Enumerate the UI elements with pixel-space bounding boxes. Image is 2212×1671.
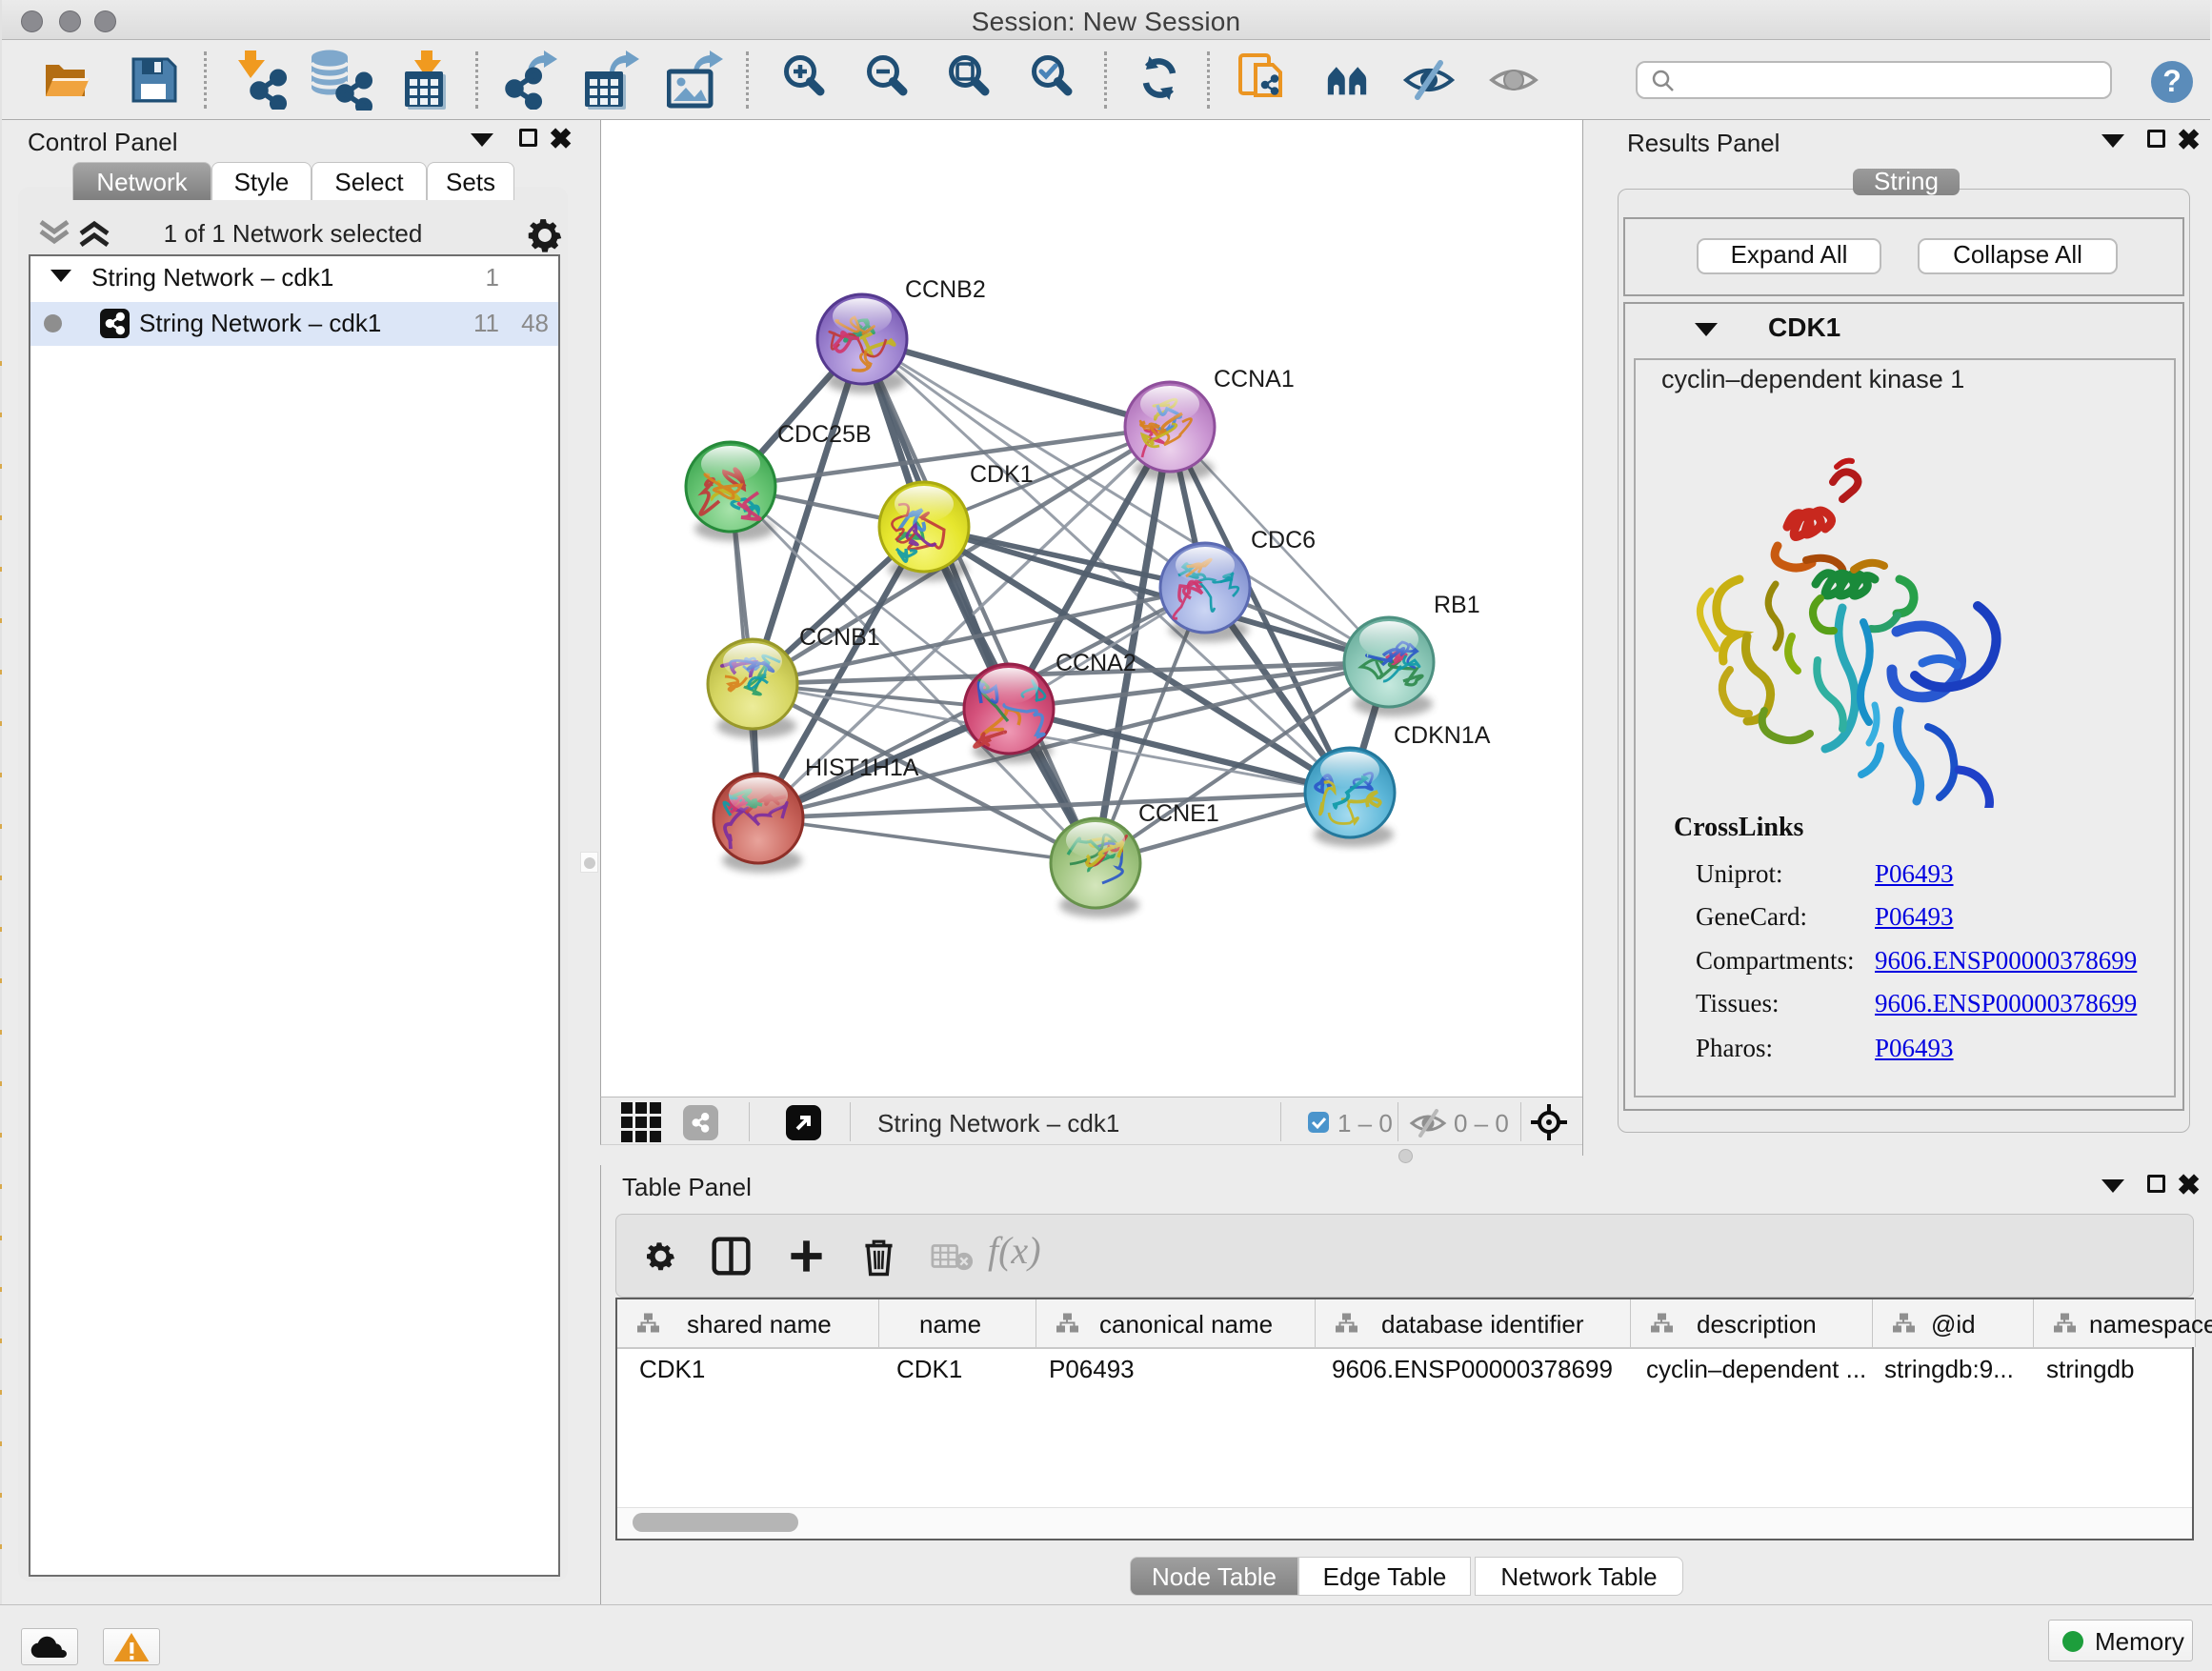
svg-text:CCNA1: CCNA1 <box>1214 366 1295 393</box>
svg-text:CDKN1A: CDKN1A <box>1394 722 1491 749</box>
svg-text:HIST1H1A: HIST1H1A <box>805 755 919 781</box>
svg-text:CCNB2: CCNB2 <box>905 276 986 303</box>
svg-text:CCNE1: CCNE1 <box>1138 800 1219 827</box>
svg-text:RB1: RB1 <box>1434 592 1480 618</box>
svg-text:CDC25B: CDC25B <box>777 421 872 448</box>
svg-text:?: ? <box>2162 64 2182 98</box>
svg-text:CDK1: CDK1 <box>970 461 1034 488</box>
svg-text:CCNA2: CCNA2 <box>1056 650 1136 676</box>
svg-text:CCNB1: CCNB1 <box>799 624 880 651</box>
svg-text:CDC6: CDC6 <box>1251 527 1316 554</box>
